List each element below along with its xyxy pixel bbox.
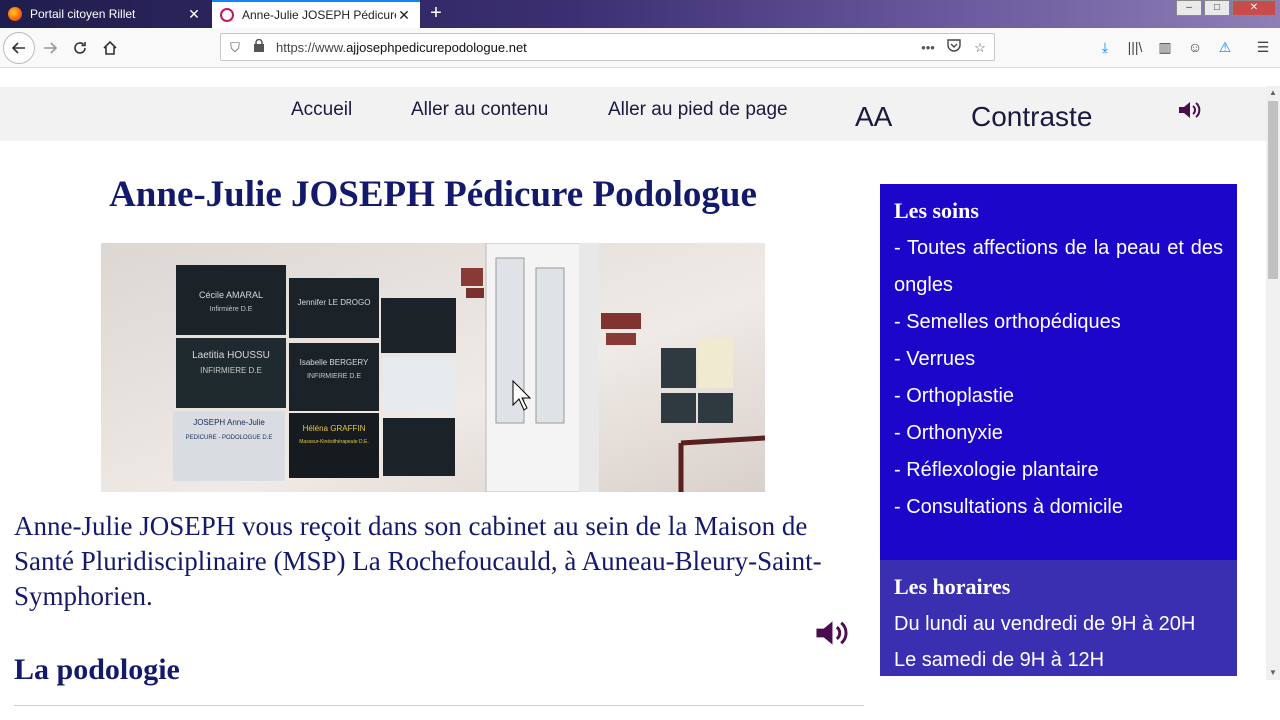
lock-icon[interactable] [249, 38, 269, 58]
reload-icon [74, 42, 86, 54]
plaque-role: Infirmière D.E [210, 306, 253, 313]
url-scheme: https://www. [276, 40, 347, 55]
horaires-line: Du lundi au vendredi de 9H à 20H [894, 613, 1196, 635]
list-item: - Orthonyxie [894, 422, 1003, 444]
close-icon[interactable]: ✕ [186, 6, 202, 23]
back-button[interactable] [3, 32, 35, 64]
list-item: - Verrues [894, 348, 976, 370]
horaires-title: Les horaires [894, 574, 1011, 599]
account-icon[interactable]: ☺ [1184, 36, 1206, 58]
arrow-right-icon [44, 42, 58, 54]
nav-pied-link[interactable]: Aller au pied de page [608, 99, 788, 121]
minimize-button[interactable]: – [1176, 0, 1202, 16]
tab-title: Anne-Julie JOSEPH Pédicure Po [242, 8, 396, 22]
page-title: Anne-Julie JOSEPH Pédicure Podologue [109, 174, 757, 215]
download-icon[interactable]: ⤓ [1094, 36, 1116, 58]
list-item: - Toutes affections de la peau et des on… [894, 237, 1223, 296]
scroll-up-icon[interactable]: ▲ [1266, 86, 1280, 100]
text-size-button[interactable]: AA [855, 101, 892, 133]
horaires-line: Le samedi de 9H à 12H [894, 649, 1105, 671]
page-scrollbar[interactable]: ▲ ▼ [1266, 86, 1280, 680]
list-item: - Réflexologie plantaire [894, 459, 1099, 481]
list-item: - Semelles orthopédiques [894, 311, 1121, 333]
url-bar[interactable]: ⛉ https://www.ajjosephpedicurepodologue.… [220, 33, 995, 61]
library-icon[interactable]: |||\ [1124, 36, 1146, 58]
cabinet-photo: Cécile AMARAL Infirmière D.E Jennifer LE… [101, 243, 765, 492]
plaque-role: INFIRMIERE D.E [307, 373, 361, 380]
menu-icon[interactable]: ☰ [1252, 36, 1274, 58]
site-navigation: Accueil Aller au contenu Aller au pied d… [0, 87, 1266, 141]
home-icon [103, 40, 117, 55]
speaker-icon[interactable] [1177, 99, 1201, 126]
window-controls: – □ ✕ [1174, 0, 1276, 16]
scroll-down-icon[interactable]: ▼ [1266, 666, 1280, 680]
plaque-role: Masseur-Kinésithérapeute D.E. [299, 439, 368, 445]
scroll-thumb[interactable] [1268, 101, 1278, 279]
section-title: La podologie [14, 653, 180, 686]
tab-title: Portail citoyen Rillet [30, 7, 136, 21]
plaque-name: Jennifer LE DROGO [298, 298, 371, 307]
url-text: https://www.ajjosephpedicurepodologue.ne… [276, 40, 527, 55]
close-icon[interactable]: ✕ [396, 7, 412, 24]
nav-contenu-link[interactable]: Aller au contenu [411, 99, 548, 121]
soins-box: Les soins - Toutes affections de la peau… [880, 184, 1237, 560]
url-host: ajjosephpedicurepodologue.net [346, 40, 527, 55]
plaque-name: Cécile AMARAL [199, 290, 263, 300]
more-actions-icon[interactable]: ••• [918, 38, 938, 58]
plaque-name: Héléna GRAFFIN [303, 424, 366, 433]
site-favicon-icon [220, 8, 234, 22]
window-close-button[interactable]: ✕ [1232, 0, 1276, 16]
new-tab-button[interactable]: + [424, 2, 448, 26]
tab-joseph-podologue[interactable]: Anne-Julie JOSEPH Pédicure Po ✕ [212, 0, 420, 28]
arrow-left-icon [11, 42, 25, 54]
firefox-icon [8, 7, 22, 21]
bookmark-star-icon[interactable]: ☆ [970, 38, 990, 58]
browser-toolbar: ⛉ https://www.ajjosephpedicurepodologue.… [0, 28, 1280, 68]
plaque-name: Laetitia HOUSSU [192, 350, 270, 361]
horaires-box: Les horaires Du lundi au vendredi de 9H … [880, 560, 1237, 676]
list-item: - Consultations à domicile [894, 496, 1123, 518]
sidebar: Les soins - Toutes affections de la peau… [880, 184, 1237, 676]
sidebar-icon[interactable]: ▥ [1154, 36, 1176, 58]
plaque-name: JOSEPH Anne-Julie [193, 418, 265, 427]
pocket-icon[interactable] [944, 38, 964, 58]
soins-title: Les soins [894, 198, 979, 223]
reload-button[interactable] [64, 32, 96, 64]
plaque-role: PEDICURE - PODOLOGUE D.E [186, 435, 273, 441]
divider [14, 705, 864, 706]
warning-icon[interactable]: ⚠ [1214, 36, 1236, 58]
plaque-role: INFIRMIERE D.E [200, 366, 262, 375]
plaque-name: Isabelle BERGERY [300, 358, 369, 367]
web-page: Accueil Aller au contenu Aller au pied d… [0, 69, 1266, 720]
shield-icon[interactable]: ⛉ [225, 38, 245, 58]
tab-portail-citoyen[interactable]: Portail citoyen Rillet ✕ [0, 0, 210, 28]
intro-paragraph: Anne-Julie JOSEPH vous reçoit dans son c… [14, 511, 822, 611]
nav-accueil-link[interactable]: Accueil [291, 99, 352, 121]
contrast-button[interactable]: Contraste [971, 101, 1092, 133]
maximize-button[interactable]: □ [1204, 0, 1230, 16]
list-item: - Orthoplastie [894, 385, 1015, 407]
browser-tab-bar: Portail citoyen Rillet ✕ Anne-Julie JOSE… [0, 0, 1280, 28]
speaker-icon[interactable] [813, 617, 849, 654]
home-button[interactable] [94, 32, 126, 64]
forward-button[interactable] [34, 32, 66, 64]
